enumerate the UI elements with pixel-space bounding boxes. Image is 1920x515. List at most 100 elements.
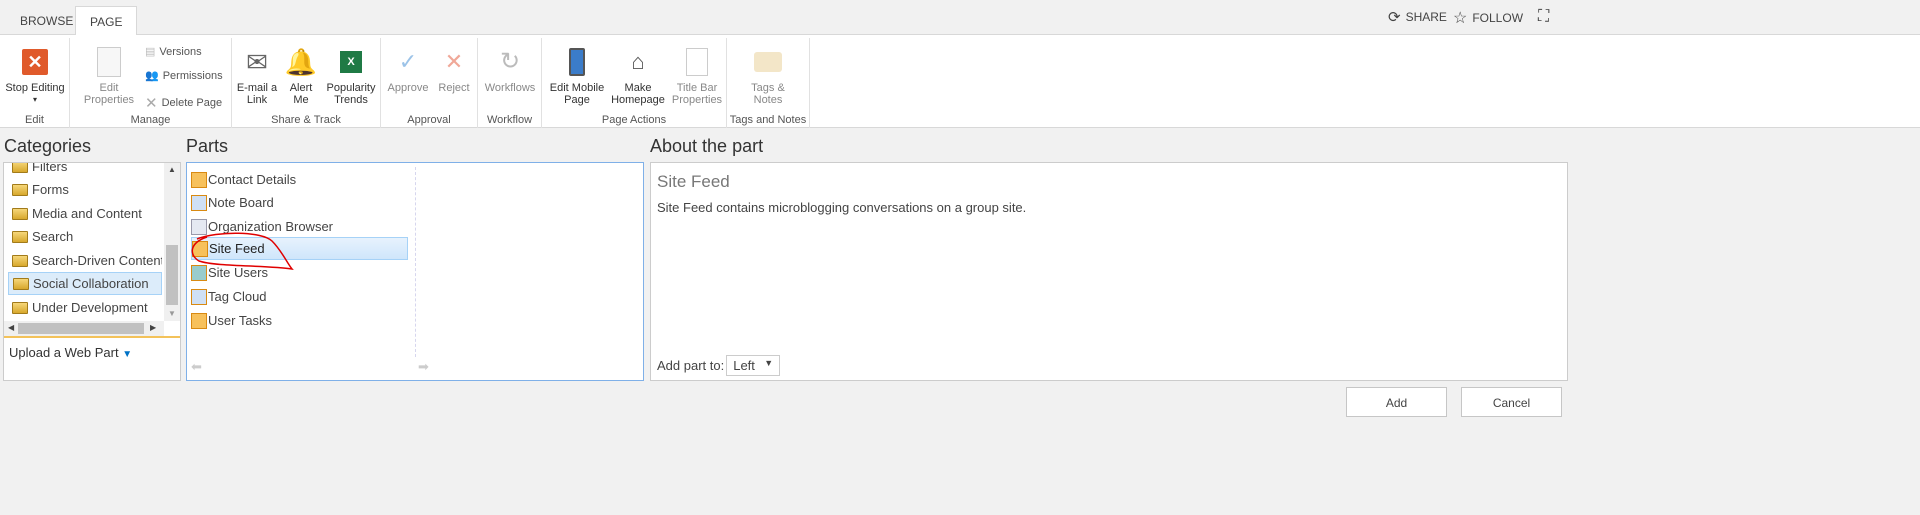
edit-mobile-page-button[interactable]: Edit Mobile Page: [546, 46, 608, 106]
group-label-edit: Edit: [25, 114, 44, 126]
add-part-to-value: Left: [733, 358, 755, 373]
upload-web-part-menu[interactable]: Upload a Web Part ▼: [9, 345, 132, 360]
category-item[interactable]: Media and Content: [8, 202, 162, 225]
category-item[interactable]: Search-Driven Content: [8, 249, 162, 272]
popularity-label-2: Trends: [334, 94, 368, 106]
contact-icon: [191, 171, 207, 188]
stop-editing-button[interactable]: ✕ Stop Editing ▾: [4, 46, 66, 106]
tab-page[interactable]: PAGE: [75, 6, 138, 36]
red-annotation-circle: [191, 232, 294, 271]
tags-notes-button[interactable]: Tags & Notes: [737, 46, 799, 106]
follow-label: FOLLOW: [1472, 11, 1524, 25]
share-button[interactable]: ⟳ SHARE: [1388, 8, 1447, 26]
group-label-page-actions: Page Actions: [601, 114, 667, 126]
group-tags-notes: Tags & Notes Tags and Notes: [727, 38, 810, 128]
group-manage: Edit Properties ▤ Versions 👥 Permissions ✕ D…: [70, 38, 232, 128]
category-item-selected[interactable]: Social Collaboration: [8, 272, 162, 295]
part-item[interactable]: Contact Details: [191, 168, 408, 191]
group-label-approval: Approval: [407, 114, 451, 126]
make-homepage-button[interactable]: ⌂ Make Homepage: [610, 46, 666, 107]
share-icon: ⟳: [1388, 9, 1401, 26]
parts-title: Parts: [186, 136, 229, 156]
envelope-icon: ✉: [246, 47, 268, 77]
email-link-button[interactable]: ✉ E-mail a Link: [236, 46, 278, 106]
part-label: Contact Details: [208, 172, 297, 187]
workflows-button[interactable]: ↻ Workflows: [482, 46, 538, 95]
folder-icon: [12, 301, 28, 314]
title-bar-label-2: Properties: [671, 94, 723, 106]
follow-button[interactable]: ☆ FOLLOW: [1453, 8, 1523, 28]
versions-label: Versions: [159, 45, 202, 58]
next-page-icon[interactable]: ➡: [418, 359, 429, 375]
scroll-up-icon[interactable]: ▲: [168, 165, 176, 174]
part-item[interactable]: Note Board: [191, 191, 408, 214]
scrollbar-thumb[interactable]: [18, 323, 144, 334]
part-label: User Tasks: [208, 313, 273, 328]
group-label-tags: Tags and Notes: [729, 114, 807, 126]
reject-icon: ✕: [444, 49, 464, 74]
group-edit: ✕ Stop Editing ▾ Edit: [0, 38, 70, 128]
folder-icon: [12, 230, 28, 243]
edit-properties-button[interactable]: Edit Properties: [76, 46, 142, 106]
delete-icon: ✕: [145, 95, 158, 112]
group-label-manage: Manage: [130, 114, 171, 126]
user-tasks-icon: [191, 312, 207, 329]
ribbon: ✕ Stop Editing ▾ Edit Edit Properties ▤ Ver…: [0, 35, 1920, 128]
add-part-to-label: Add part to:: [657, 358, 725, 373]
popularity-trends-button[interactable]: X Popularity Trends: [324, 46, 378, 106]
alert-me-button[interactable]: 🔔 Alert Me: [284, 46, 318, 106]
title-bar-label: Title Bar: [676, 82, 718, 94]
part-label: Tag Cloud: [208, 289, 267, 304]
vertical-scrollbar[interactable]: ▲ ▼: [164, 163, 180, 321]
scroll-left-icon[interactable]: ◀: [8, 323, 14, 332]
category-label: Media and Content: [32, 206, 142, 221]
approve-button[interactable]: ✓ Approve: [385, 46, 431, 95]
horizontal-scrollbar[interactable]: ◀ ▶: [4, 321, 164, 336]
focus-on-content-icon[interactable]: ⛶: [1538, 8, 1549, 26]
group-page-actions: Edit Mobile Page ⌂ Make Homepage Title Bar P…: [542, 38, 727, 128]
scroll-down-icon[interactable]: ▼: [168, 309, 176, 318]
about-panel: Site Feed Site Feed contains microbloggi…: [650, 162, 1568, 381]
star-icon: ☆: [1453, 10, 1468, 27]
mobile-icon: [561, 46, 593, 78]
note-board-icon: [191, 194, 207, 211]
category-item[interactable]: Filters: [8, 163, 162, 178]
reject-button[interactable]: ✕ Reject: [435, 46, 473, 95]
workflow-icon: ↻: [499, 48, 521, 75]
categories-list: Filters Forms Media and Content Search S…: [4, 163, 164, 323]
popularity-label: Popularity: [326, 82, 376, 94]
category-label: Forms: [32, 182, 69, 197]
delete-page-button[interactable]: ✕ Delete Page: [145, 94, 222, 112]
title-bar-properties-button[interactable]: Title Bar Properties: [670, 46, 724, 106]
tag-icon: [752, 46, 784, 78]
category-item[interactable]: Search: [8, 225, 162, 248]
edit-properties-label-2: Properties: [83, 94, 135, 106]
versions-button[interactable]: ▤ Versions: [145, 45, 202, 59]
permissions-button[interactable]: 👥 Permissions: [145, 69, 223, 83]
ribbon-tab-bar: BROWSE PAGE ⟳ SHARE ☆ FOLLOW ⛶: [0, 0, 1920, 36]
scroll-right-icon[interactable]: ▶: [150, 323, 156, 332]
bell-icon: 🔔: [284, 47, 318, 77]
category-label: Search: [32, 229, 74, 244]
category-label: Search-Driven Content: [32, 253, 162, 268]
part-item[interactable]: User Tasks: [191, 309, 408, 332]
cancel-button[interactable]: Cancel: [1461, 387, 1562, 417]
dropdown-arrow-icon: ▼: [122, 349, 133, 360]
add-button[interactable]: Add: [1346, 387, 1447, 417]
workflows-label: Workflows: [484, 82, 536, 94]
part-description: Site Feed contains microblogging convers…: [657, 200, 1027, 215]
scrollbar-thumb[interactable]: [166, 245, 178, 305]
permissions-label: Permissions: [162, 69, 223, 82]
categories-panel: Filters Forms Media and Content Search S…: [3, 162, 181, 381]
alert-label: Alert: [289, 82, 313, 94]
folder-icon: [12, 254, 28, 267]
edit-properties-icon: [93, 46, 125, 78]
category-item[interactable]: Forms: [8, 178, 162, 201]
part-item[interactable]: Tag Cloud: [191, 285, 408, 308]
part-name: Site Feed: [657, 172, 730, 191]
previous-page-icon[interactable]: ⬅: [191, 359, 202, 375]
category-label: Filters: [32, 163, 68, 174]
mobile-label-2: Page: [564, 94, 590, 106]
category-item[interactable]: Under Development: [8, 296, 162, 319]
add-part-to-select[interactable]: Left ▼: [726, 355, 781, 376]
